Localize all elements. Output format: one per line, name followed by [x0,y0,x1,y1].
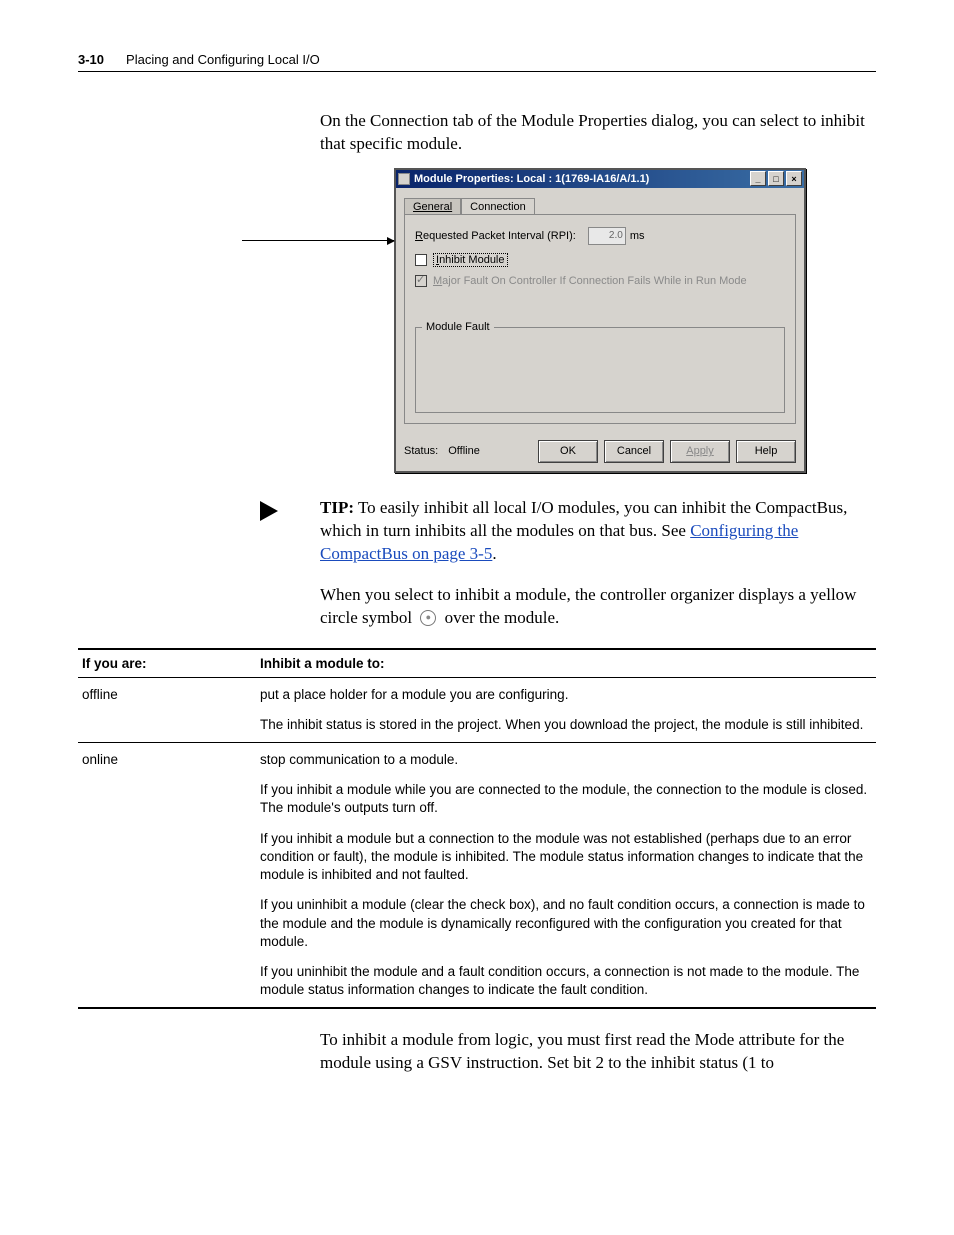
th-if-you-are: If you are: [78,649,256,678]
cell-para: If you uninhibit the module and a fault … [260,963,872,999]
th-inhibit-to: Inhibit a module to: [256,649,876,678]
section-title: Placing and Configuring Local I/O [126,52,320,67]
module-properties-dialog: Module Properties: Local : 1(1769-IA16/A… [394,168,806,473]
tab-general-label: General [413,201,452,213]
cancel-button[interactable]: Cancel [604,440,664,463]
tip-block: TIP: To easily inhibit all local I/O mod… [260,497,876,566]
dialog-figure: Module Properties: Local : 1(1769-IA16/A… [320,168,876,473]
cell-state: online [78,743,256,1009]
rpi-row: Requested Packet Interval (RPI): 2.0 ms [415,227,785,245]
tab-strip: General Connection [404,194,796,214]
dialog-titlebar: Module Properties: Local : 1(1769-IA16/A… [396,170,804,188]
callout-arrow [242,240,394,241]
module-fault-group: Module Fault [415,327,785,413]
module-fault-legend: Module Fault [422,321,494,333]
rpi-label: Requested Packet Interval (RPI): [415,230,576,242]
cell-state: offline [78,677,256,742]
intro-paragraph: On the Connection tab of the Module Prop… [320,110,876,156]
inhibit-row: Inhibit Module [415,253,785,267]
cell-para: If you inhibit a module while you are co… [260,781,872,817]
inhibit-table: If you are: Inhibit a module to: offline… [78,648,876,1010]
closing-block: To inhibit a module from logic, you must… [320,1029,876,1075]
page: 3-10 Placing and Configuring Local I/O O… [0,0,954,1235]
page-number: 3-10 [78,52,104,67]
tip-body-2: . [492,544,496,563]
major-fault-row: Major Fault On Controller If Connection … [415,275,785,287]
help-button[interactable]: Help [736,440,796,463]
minimize-button[interactable]: _ [750,171,766,186]
ok-button[interactable]: OK [538,440,598,463]
cell-desc: put a place holder for a module you are … [256,677,876,742]
tip-text: TIP: To easily inhibit all local I/O mod… [320,497,876,566]
cell-para: put a place holder for a module you are … [260,686,872,704]
tip-arrow-icon [260,501,278,521]
yc-text-b: over the module. [445,608,560,627]
major-fault-checkbox[interactable] [415,275,427,287]
table-row: offline put a place holder for a module … [78,677,876,742]
rpi-input[interactable]: 2.0 [588,227,626,245]
maximize-button[interactable]: □ [768,171,784,186]
closing-paragraph: To inhibit a module from logic, you must… [320,1029,876,1075]
window-controls: _ □ × [750,171,802,186]
tab-connection[interactable]: Connection [461,198,535,215]
app-icon [398,173,410,185]
running-header: 3-10 Placing and Configuring Local I/O [78,52,876,72]
yellow-circle-paragraph: When you select to inhibit a module, the… [320,584,876,630]
apply-button[interactable]: Apply [670,440,730,463]
major-fault-label: Major Fault On Controller If Connection … [433,275,747,287]
cell-para: If you uninhibit a module (clear the che… [260,896,872,951]
cell-para: If you inhibit a module but a connection… [260,830,872,885]
yc-text-a: When you select to inhibit a module, the… [320,585,856,627]
yellow-circle-icon: ● [420,610,436,626]
dialog-title: Module Properties: Local : 1(1769-IA16/A… [414,173,649,185]
tab-general[interactable]: General [404,198,461,215]
inhibit-checkbox[interactable] [415,254,427,266]
body-column: On the Connection tab of the Module Prop… [320,110,876,630]
tip-label: TIP: [320,498,354,517]
inhibit-label: Inhibit Module [433,253,508,267]
status-label: Status: [404,445,438,457]
rpi-unit: ms [630,230,645,242]
cell-para: The inhibit status is stored in the proj… [260,716,872,734]
dialog-body: General Connection Requested Packet Inte… [396,188,804,432]
connection-panel: Requested Packet Interval (RPI): 2.0 ms … [404,214,796,424]
status-value: Offline [448,445,480,457]
close-button[interactable]: × [786,171,802,186]
cell-desc: stop communication to a module. If you i… [256,743,876,1009]
cell-para: stop communication to a module. [260,751,872,769]
dialog-footer: Status: Offline OK Cancel Apply Help [396,432,804,471]
table-row: online stop communication to a module. I… [78,743,876,1009]
